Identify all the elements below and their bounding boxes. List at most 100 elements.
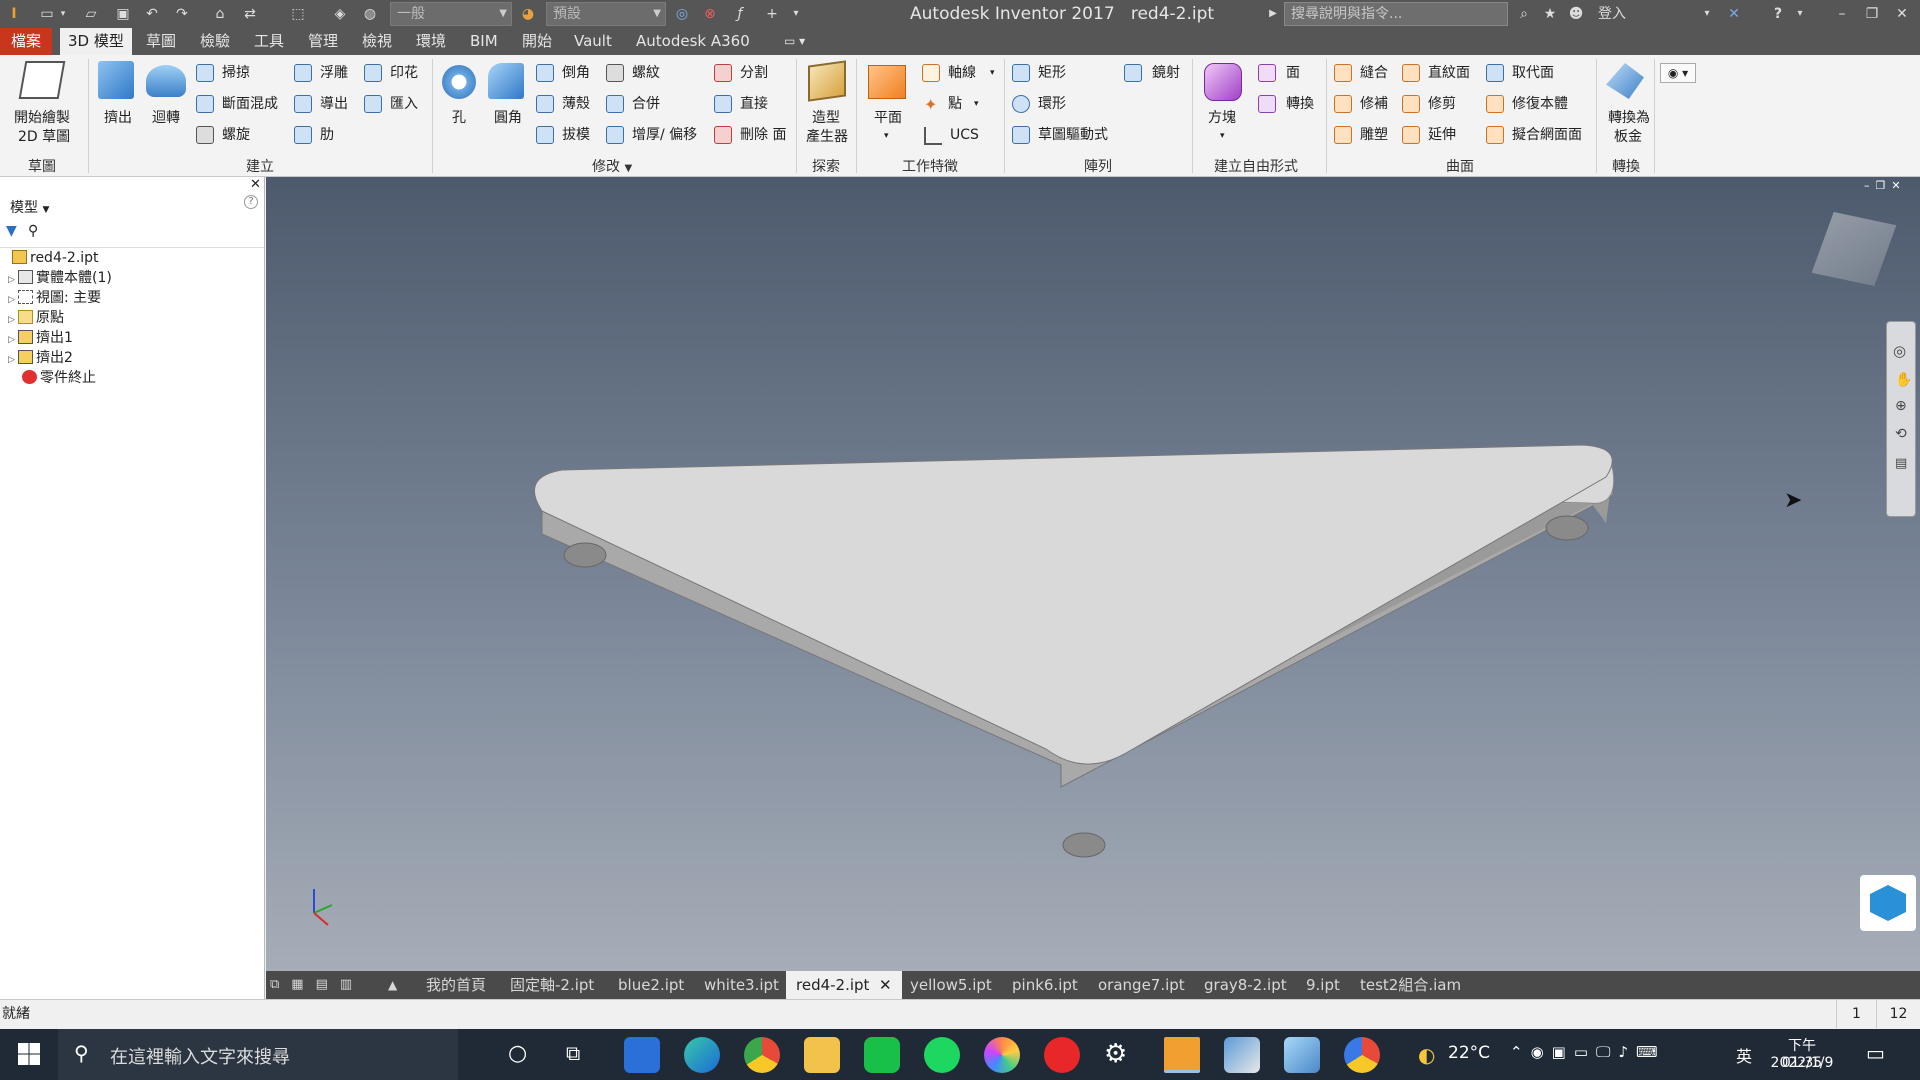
axis-button[interactable]: 軸線 — [948, 64, 976, 82]
decal-button[interactable]: 印花 — [390, 64, 418, 82]
inventor-taskbar-icon[interactable] — [1164, 1037, 1200, 1073]
function-icon[interactable]: ƒ — [730, 4, 750, 24]
import-icon[interactable] — [364, 95, 382, 113]
freeform-convert-icon[interactable] — [1258, 95, 1276, 113]
emboss-icon[interactable] — [294, 64, 312, 82]
combine-button[interactable]: 合併 — [632, 95, 660, 113]
settings-gear-icon[interactable]: ⚙ — [1104, 1039, 1127, 1069]
sweep-icon[interactable] — [196, 64, 214, 82]
measure-icon[interactable]: ◈ — [330, 4, 350, 24]
notes-app-icon[interactable] — [1284, 1037, 1320, 1073]
clear-override-icon[interactable]: ⊗ — [700, 4, 720, 24]
doc-tab-8[interactable]: gray8-2.ipt — [1204, 971, 1287, 999]
exchange-icon[interactable]: ✕ — [1724, 4, 1744, 24]
freeform-box-dropdown-icon[interactable]: ▾ — [1220, 127, 1225, 145]
shape-generator-label-2[interactable]: 產生器 — [806, 128, 848, 146]
combine-icon[interactable] — [606, 95, 624, 113]
coil-icon[interactable] — [196, 126, 214, 144]
update-icon[interactable]: ⇄ — [240, 4, 260, 24]
add-icon[interactable]: + — [762, 4, 782, 24]
tab-inspect[interactable]: 檢驗 — [192, 28, 238, 55]
plane-button[interactable]: 平面 — [874, 109, 902, 127]
task-view-icon[interactable]: ⧉ — [566, 1041, 580, 1065]
rectangular-pattern-icon[interactable] — [1012, 64, 1030, 82]
edge-browser-icon[interactable] — [684, 1037, 720, 1073]
tab-file[interactable]: 檔案 — [0, 28, 52, 55]
replace-face-icon[interactable] — [1486, 64, 1504, 82]
start-2d-sketch-label-2[interactable]: 2D 草圖 — [18, 128, 70, 146]
axis-dropdown-icon[interactable]: ▾ — [990, 64, 995, 82]
patch-icon[interactable] — [1334, 95, 1352, 113]
doc-tab-home[interactable]: 我的首頁 — [426, 971, 486, 999]
weather-icon[interactable]: ◐ — [1418, 1043, 1435, 1067]
new-dropdown-icon[interactable]: ▾ — [58, 4, 68, 24]
browser-search-icon[interactable]: ⚲ — [28, 223, 38, 239]
tree-item-solid-bodies[interactable]: ▷ 實體本體(1) — [8, 269, 112, 289]
plane-dropdown-icon[interactable]: ▾ — [884, 127, 889, 145]
help-icon[interactable]: ? — [1768, 4, 1788, 24]
search-expand-icon[interactable]: ▶ — [1268, 4, 1278, 24]
clock-date[interactable]: 2022/1/9 — [1770, 1055, 1834, 1071]
browser-help-icon[interactable]: ? — [244, 195, 258, 209]
thread-icon[interactable] — [606, 64, 624, 82]
look-at-icon[interactable]: ▤ — [1895, 456, 1907, 471]
loft-icon[interactable] — [196, 95, 214, 113]
tab-tools[interactable]: 工具 — [246, 28, 292, 55]
taskbar-search-box[interactable]: ⚲ 在這裡輸入文字來搜尋 — [58, 1029, 458, 1080]
tree-item-origin[interactable]: ▷ 原點 — [8, 309, 64, 329]
decal-icon[interactable] — [364, 64, 382, 82]
red-app-icon[interactable] — [1044, 1037, 1080, 1073]
plane-icon[interactable] — [868, 65, 906, 99]
graphics-viewport[interactable]: –❐✕ ◎ ✋ ⊕ ⟲ ▤ ➤ — [266, 177, 1920, 971]
doc-tab-active[interactable]: red4-2.ipt ✕ — [786, 971, 902, 999]
split-button[interactable]: 分割 — [740, 64, 768, 82]
freeform-box-icon[interactable] — [1204, 63, 1242, 101]
sculpt-icon[interactable] — [1334, 126, 1352, 144]
doc-tab-9[interactable]: 9.ipt — [1306, 971, 1340, 999]
tab-bim[interactable]: BIM — [462, 28, 506, 55]
stitch-button[interactable]: 縫合 — [1360, 64, 1388, 82]
notification-icon[interactable]: ▭ — [1866, 1041, 1885, 1065]
undo-icon[interactable]: ↶ — [142, 4, 162, 24]
ucs-icon[interactable] — [924, 127, 942, 145]
extrude-button[interactable]: 擠出 — [104, 109, 132, 127]
spotify-icon[interactable] — [924, 1037, 960, 1073]
draft-button[interactable]: 拔模 — [562, 126, 590, 144]
tab-view[interactable]: 檢視 — [354, 28, 400, 55]
doc-tab-3[interactable]: white3.ipt — [704, 971, 779, 999]
sketch-driven-pattern-button[interactable]: 草圖驅動式 — [1038, 126, 1108, 144]
appearance-combo[interactable]: 預設 ▼ — [546, 2, 666, 26]
chamfer-button[interactable]: 倒角 — [562, 64, 590, 82]
help-dropdown-icon[interactable]: ▾ — [1794, 4, 1806, 24]
trim-button[interactable]: 修剪 — [1428, 95, 1456, 113]
replace-face-button[interactable]: 取代面 — [1512, 64, 1554, 82]
tab-environments[interactable]: 環境 — [408, 28, 454, 55]
tab-get-started[interactable]: 開始 — [514, 28, 560, 55]
tab-list-icon[interactable]: ▲ — [388, 971, 397, 999]
new-file-icon[interactable]: ▭ — [38, 4, 56, 24]
select-icon[interactable]: ⬚ — [288, 4, 308, 24]
steering-wheel-icon[interactable]: ◎ — [1893, 342, 1906, 360]
group-modify-label[interactable]: 修改 ▼ — [592, 156, 632, 176]
color-picker-app-icon[interactable] — [984, 1037, 1020, 1073]
calendar-app-icon[interactable] — [624, 1037, 660, 1073]
expand-icon[interactable]: ▷ — [8, 351, 18, 369]
axis-icon[interactable] — [922, 64, 940, 82]
sketch-driven-pattern-icon[interactable] — [1012, 126, 1030, 144]
sign-in-link[interactable]: 登入 — [1598, 4, 1638, 24]
shell-icon[interactable] — [536, 95, 554, 113]
hole-button[interactable]: 孔 — [452, 109, 466, 127]
direct-edit-button[interactable]: 直接 — [740, 95, 768, 113]
filter-icon[interactable]: ▼ — [6, 223, 17, 239]
shape-generator-icon[interactable] — [808, 60, 846, 102]
expand-icon[interactable]: ▷ — [8, 311, 18, 329]
adjust-icon[interactable]: ◎ — [672, 4, 692, 24]
circular-pattern-icon[interactable] — [1012, 95, 1030, 113]
sweep-button[interactable]: 掃掠 — [222, 64, 250, 82]
start-2d-sketch-icon[interactable] — [18, 61, 66, 99]
convert-to-sheet-metal-label-2[interactable]: 板金 — [1614, 128, 1642, 146]
appearance-globe-icon[interactable]: ◍ — [360, 4, 380, 24]
extend-button[interactable]: 延伸 — [1428, 126, 1456, 144]
part-model[interactable] — [266, 177, 1920, 971]
expand-icon[interactable]: ▷ — [8, 331, 18, 349]
